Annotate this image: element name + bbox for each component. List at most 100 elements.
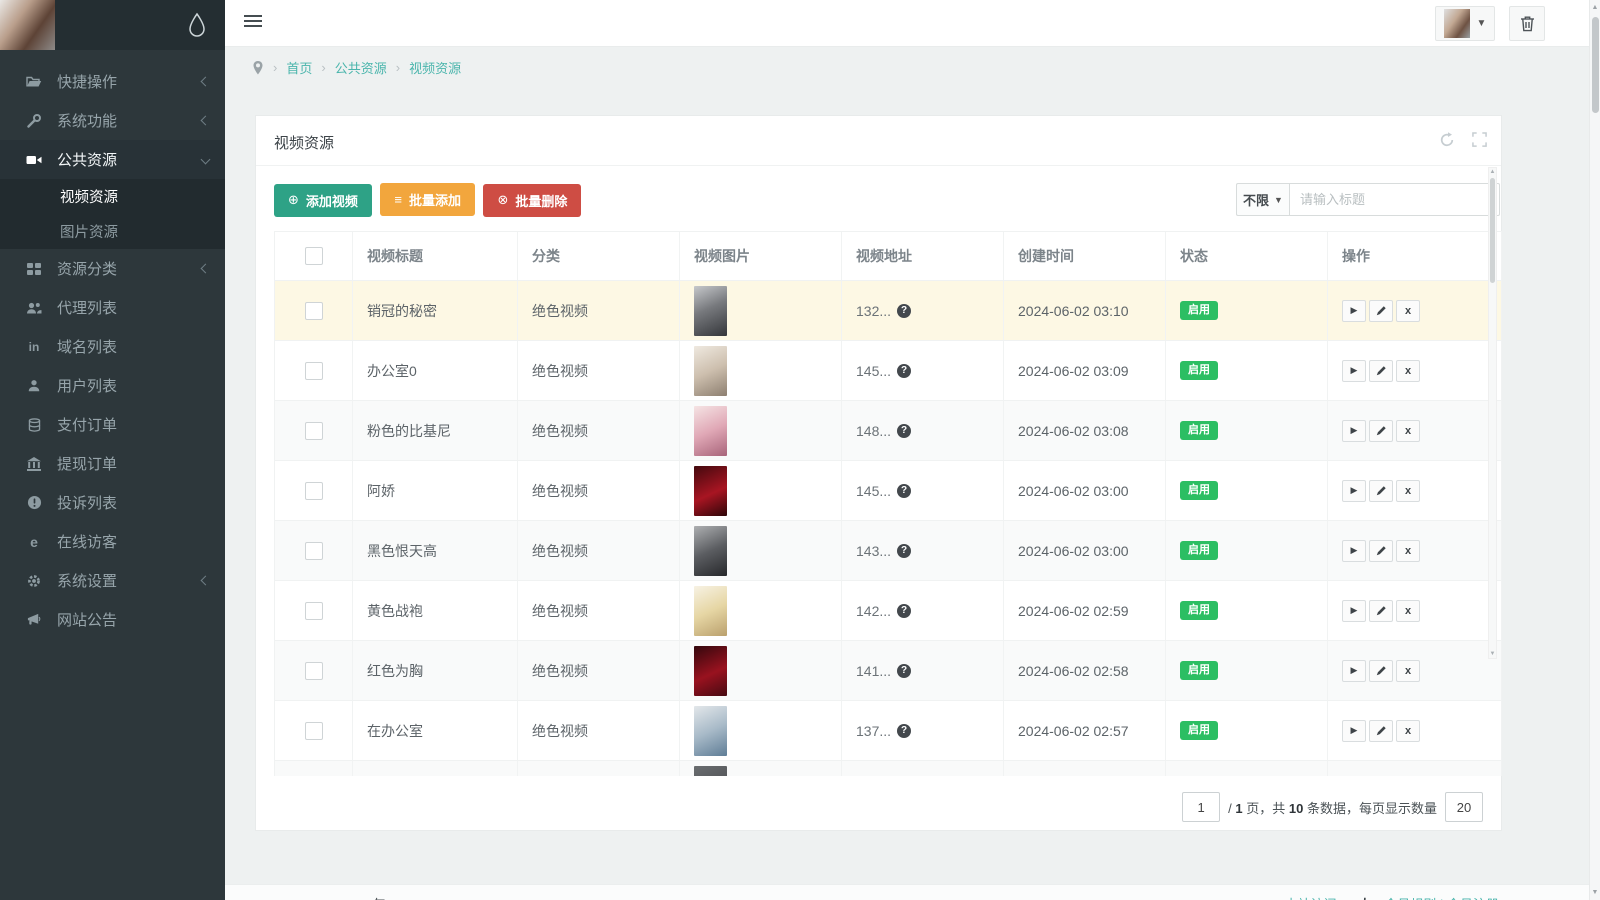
question-circle-icon[interactable]: ?: [897, 483, 912, 498]
question-circle-icon[interactable]: ?: [897, 423, 912, 438]
video-address: 145...: [856, 362, 892, 379]
delete-button[interactable]: x: [1396, 599, 1420, 622]
sidebar-item-system-functions[interactable]: 系统功能: [0, 101, 225, 140]
breadcrumb-video-resources-link[interactable]: 视频资源: [409, 58, 461, 77]
table-row: 在办公室 绝色视频 137...? 2024-06-02 02:57 启用 ▶ …: [275, 700, 1501, 760]
sidebar-item-withdrawal-orders[interactable]: 提现订单: [0, 444, 225, 483]
play-button[interactable]: ▶: [1342, 539, 1366, 562]
clear-cache-button[interactable]: [1509, 6, 1545, 41]
edit-button[interactable]: [1369, 479, 1393, 502]
fullscreen-icon[interactable]: [1472, 132, 1487, 148]
batch-delete-button[interactable]: ⊗ 批量删除: [483, 183, 582, 217]
batch-add-button[interactable]: ≡ 批量添加: [380, 183, 475, 216]
question-circle-icon[interactable]: ?: [897, 543, 912, 558]
scroll-down-arrow-icon[interactable]: ▼: [1590, 889, 1600, 896]
play-button[interactable]: ▶: [1342, 299, 1366, 322]
scroll-up-arrow-icon[interactable]: ▲: [1489, 168, 1496, 176]
question-circle-icon[interactable]: ?: [897, 603, 912, 618]
play-button[interactable]: ▶: [1342, 659, 1366, 682]
play-button[interactable]: ▶: [1342, 719, 1366, 742]
video-thumbnail: [694, 585, 727, 636]
sidebar-item-user-list[interactable]: 用户列表: [0, 366, 225, 405]
sidebar-toggle-hamburger-icon[interactable]: [244, 15, 262, 30]
sidebar-item-resource-categories[interactable]: 资源分类: [0, 249, 225, 288]
status-badge: 启用: [1180, 541, 1218, 560]
page-number-input[interactable]: [1182, 792, 1221, 822]
sidebar-item-public-resources[interactable]: 公共资源: [0, 140, 225, 179]
play-button[interactable]: ▶: [1342, 419, 1366, 442]
user-menu-button[interactable]: ▼: [1435, 6, 1495, 41]
sidebar-item-site-announcements[interactable]: 网站公告: [0, 600, 225, 639]
row-checkbox[interactable]: [305, 721, 323, 740]
delete-button[interactable]: x: [1396, 359, 1420, 382]
page-scrollbar-thumb[interactable]: [1591, 17, 1599, 113]
sidebar-item-payment-orders[interactable]: 支付订单: [0, 405, 225, 444]
video-title: [353, 761, 518, 776]
delete-button[interactable]: x: [1396, 719, 1420, 742]
play-button[interactable]: ▶: [1342, 479, 1366, 502]
sidebar-logo-avatar[interactable]: [0, 0, 55, 50]
plus-circle-icon: ⊕: [288, 192, 299, 207]
add-video-button[interactable]: ⊕ 添加视频: [274, 183, 372, 217]
breadcrumb-home-link[interactable]: 首页: [286, 58, 312, 77]
title-search-input[interactable]: [1289, 183, 1500, 216]
sidebar: 快捷操作 系统功能 公共资源 视频资源 图片资源 资源分类 代理列表 in 域名…: [0, 0, 225, 900]
video-thumbnail: [694, 285, 727, 336]
refresh-icon[interactable]: [1439, 132, 1455, 148]
edit-button[interactable]: [1369, 419, 1393, 442]
sidebar-item-system-settings[interactable]: 系统设置: [0, 561, 225, 600]
table-scrollbar: ▲ ▼: [1488, 167, 1497, 659]
select-all-checkbox[interactable]: [305, 247, 323, 265]
delete-button[interactable]: x: [1396, 299, 1420, 322]
created-time: 2024-06-02 03:09: [1004, 341, 1166, 400]
video-category: 绝色视频: [518, 401, 680, 460]
edit-button[interactable]: [1369, 299, 1393, 322]
question-circle-icon[interactable]: ?: [897, 303, 912, 318]
scroll-down-arrow-icon[interactable]: ▼: [1489, 650, 1496, 658]
delete-button[interactable]: x: [1396, 539, 1420, 562]
sidebar-item-image-resources[interactable]: 图片资源: [0, 214, 225, 249]
sidebar-item-online-visitors[interactable]: e 在线访客: [0, 522, 225, 561]
video-title: 阿娇: [353, 461, 518, 520]
caret-down-icon: ▼: [1274, 194, 1283, 205]
edit-button[interactable]: [1369, 539, 1393, 562]
video-address: 145...: [856, 482, 892, 499]
row-checkbox[interactable]: [305, 481, 323, 500]
row-checkbox[interactable]: [305, 301, 323, 320]
edit-button[interactable]: [1369, 359, 1393, 382]
sidebar-item-video-resources[interactable]: 视频资源: [0, 179, 225, 214]
question-circle-icon[interactable]: ?: [897, 663, 912, 678]
scroll-up-arrow-icon[interactable]: ▲: [1590, 4, 1600, 11]
edit-button[interactable]: [1369, 599, 1393, 622]
sidebar-item-complaint-list[interactable]: 投诉列表: [0, 483, 225, 522]
video-category: 绝色视频: [518, 341, 680, 400]
row-checkbox[interactable]: [305, 661, 323, 680]
category-filter-dropdown[interactable]: 不限 ▼: [1236, 183, 1289, 216]
edit-button[interactable]: [1369, 659, 1393, 682]
question-circle-icon[interactable]: ?: [897, 723, 912, 738]
video-address: 141...: [856, 662, 892, 679]
status-badge: 启用: [1180, 361, 1218, 380]
table-scrollbar-thumb[interactable]: [1490, 178, 1495, 283]
breadcrumb-public-resources-link[interactable]: 公共资源: [335, 58, 387, 77]
delete-button[interactable]: x: [1396, 419, 1420, 442]
sidebar-item-agent-list[interactable]: 代理列表: [0, 288, 225, 327]
row-checkbox[interactable]: [305, 361, 323, 380]
table-row: 红色为胸 绝色视频 141...? 2024-06-02 02:58 启用 ▶ …: [275, 640, 1501, 700]
play-button[interactable]: ▶: [1342, 599, 1366, 622]
page-size-input[interactable]: [1445, 792, 1483, 822]
row-checkbox[interactable]: [305, 541, 323, 560]
edit-button[interactable]: [1369, 719, 1393, 742]
delete-button[interactable]: x: [1396, 659, 1420, 682]
chevron-left-icon: [200, 575, 211, 586]
sidebar-item-quick-ops[interactable]: 快捷操作: [0, 62, 225, 101]
total-pages: 1: [1235, 800, 1243, 816]
play-button[interactable]: ▶: [1342, 359, 1366, 382]
status-badge: 启用: [1180, 421, 1218, 440]
row-checkbox[interactable]: [305, 421, 323, 440]
delete-button[interactable]: x: [1396, 479, 1420, 502]
grid-icon: [24, 261, 44, 277]
sidebar-item-domain-list[interactable]: in 域名列表: [0, 327, 225, 366]
question-circle-icon[interactable]: ?: [897, 363, 912, 378]
row-checkbox[interactable]: [305, 601, 323, 620]
